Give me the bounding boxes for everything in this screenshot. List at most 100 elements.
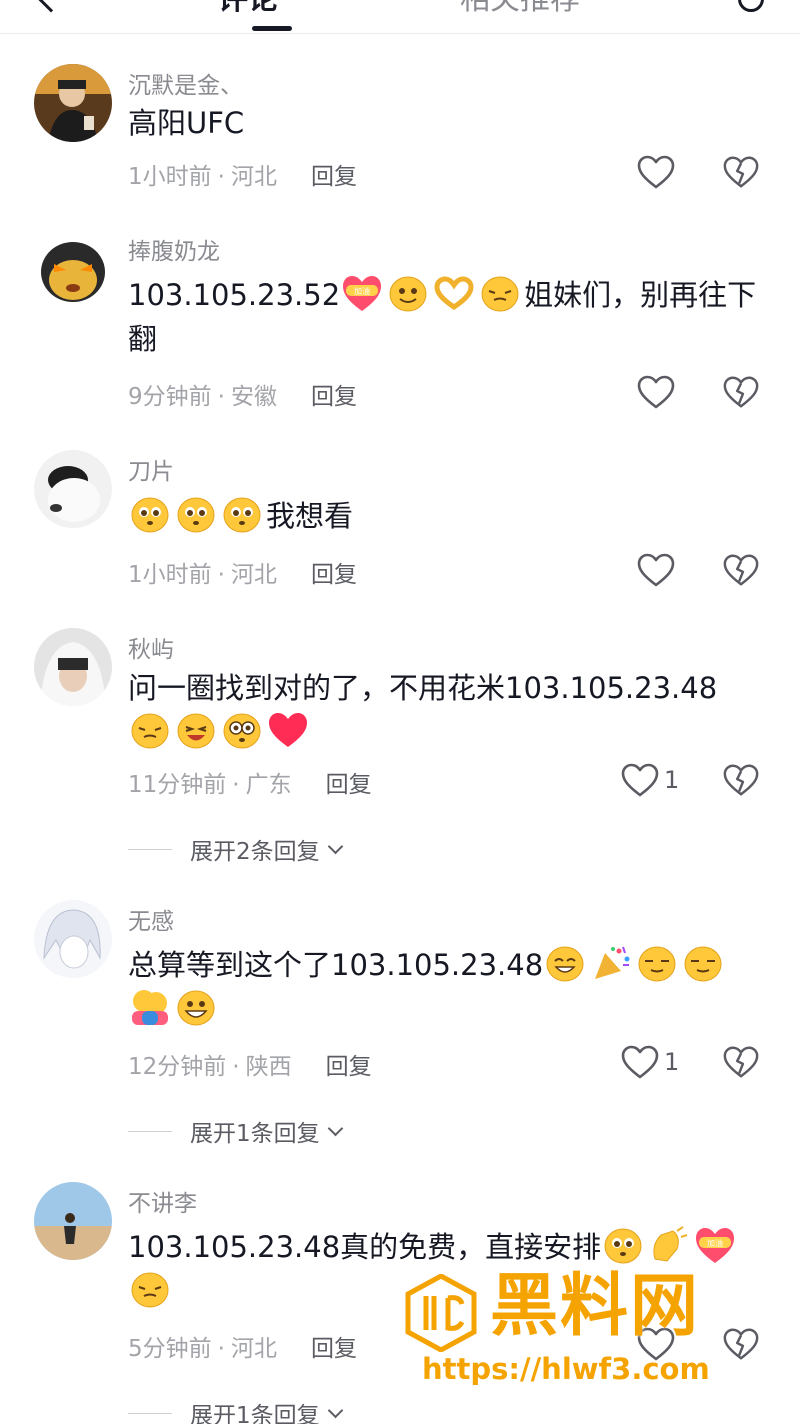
separator: · [232,1054,240,1080]
like-count: 1 [664,1048,680,1076]
avatar[interactable] [34,230,112,308]
avatar[interactable] [34,450,112,528]
like-count: 1 [664,766,680,794]
username[interactable]: 不讲李 [128,1184,197,1218]
comment-location: 陕西 [245,1054,292,1080]
heart-icon [620,762,660,798]
comment-text: 我想看 [128,494,758,538]
back-icon[interactable] [35,0,67,13]
username[interactable]: 沉默是金、 [128,66,243,100]
separator: · [217,384,225,410]
separator: · [217,1336,225,1362]
comment-meta: 1小时前 · 河北 回复 [128,555,357,589]
comment-location: 河北 [230,164,277,190]
grin-emoji-icon [543,943,587,983]
comment-time: 9分钟前 [128,384,212,410]
watermark-logo-icon [405,1274,477,1352]
hug-emoji-icon [128,987,172,1027]
heart-icon [620,1044,660,1080]
avatar[interactable] [34,628,112,706]
comment-text-content: 问一圈找到对的了，不用花米103.105.23.48 [128,671,718,705]
comment-time: 5分钟前 [128,1336,212,1362]
like-button[interactable]: 1 [620,1042,679,1082]
divider [128,1412,172,1414]
comment-text-content: 高阳UFC [128,106,245,140]
party-popper-emoji-icon [589,943,633,983]
emoji-badge-text: 加油 [354,286,370,296]
expand-replies-label: 展开1条回复 [190,1403,320,1424]
like-button[interactable]: 1 [620,760,679,800]
expand-replies-label: 展开2条回复 [190,839,320,865]
laughing-emoji-icon [174,710,218,750]
avatar[interactable] [34,1182,112,1260]
comment-location: 安徽 [230,384,277,410]
like-button[interactable] [636,372,676,412]
username[interactable]: 无感 [128,902,174,936]
expand-replies-label: 展开1条回复 [190,1121,320,1147]
chevron-down-icon [327,1120,343,1136]
expand-replies-button[interactable]: 展开1条回复 [128,1396,343,1424]
separator: · [217,164,225,190]
smirk-emoji-icon [681,943,725,983]
emoji-badge-text: 加油 [707,1238,723,1248]
smirk-emoji-icon [635,943,679,983]
comment-time: 11分钟前 [128,772,227,798]
search-icon[interactable] [738,0,764,12]
comment-text-content: 总算等到这个了103.105.23.48 [128,948,544,982]
comment-text: 103.105.23.52 加油 姐妹们，别再往下翻 [128,273,758,361]
dislike-icon[interactable] [722,154,760,190]
comment-text-content: 103.105.23.52 [128,278,341,312]
comment-text: 高阳UFC [128,101,758,145]
comment-time: 12分钟前 [128,1054,227,1080]
reply-button[interactable]: 回复 [311,562,357,588]
comment-time: 1小时前 [128,164,212,190]
username[interactable]: 秋屿 [128,630,174,664]
username[interactable]: 刀片 [128,452,174,486]
tab-indicator [252,26,292,31]
tab-comments[interactable]: 评论 [218,0,278,18]
watermark-title: 黑料网 [490,1267,701,1346]
comment-meta: 5分钟前 · 河北 回复 [128,1329,357,1363]
comment-time: 1小时前 [128,562,212,588]
expand-replies-button[interactable]: 展开1条回复 [128,1114,343,1148]
reply-button[interactable]: 回复 [311,384,357,410]
dislike-icon[interactable] [722,374,760,410]
divider [128,1130,172,1132]
watermark-url: https://hlwf3.com [422,1352,710,1386]
comment-text: 总算等到这个了103.105.23.48 [128,943,758,1031]
starry-eyes-emoji-icon [220,710,264,750]
separator: · [232,772,240,798]
avatar[interactable] [34,64,112,142]
reply-button[interactable]: 回复 [311,1336,357,1362]
red-heart-emoji-icon [266,710,310,750]
jiayou-heart-emoji-icon: 加油 [693,1225,737,1265]
dislike-icon[interactable] [722,762,760,798]
watermark: 黑料网 https://hlwf3.com [404,1262,784,1402]
comment-text: 问一圈找到对的了，不用花米103.105.23.48 [128,666,758,754]
pleading-emoji-icon [174,494,218,534]
pleading-emoji-icon [601,1225,645,1265]
comment-text-content: 我想看 [266,499,354,533]
shy-emoji-icon [478,273,522,313]
like-button[interactable] [636,152,676,192]
comment-meta: 11分钟前 · 广东 回复 [128,765,372,799]
reply-button[interactable]: 回复 [326,772,372,798]
comment-meta: 9分钟前 · 安徽 回复 [128,377,357,411]
chevron-down-icon [327,838,343,854]
reply-button[interactable]: 回复 [326,1054,372,1080]
clap-emoji-icon [647,1225,691,1265]
tab-related[interactable]: 相关推荐 [460,0,580,18]
divider [128,848,172,850]
like-button[interactable] [636,550,676,590]
smile-emoji-icon [386,273,430,313]
dislike-icon[interactable] [722,552,760,588]
username[interactable]: 捧腹奶龙 [128,232,220,266]
avatar[interactable] [34,900,112,978]
dislike-icon[interactable] [722,1044,760,1080]
expand-replies-button[interactable]: 展开2条回复 [128,832,343,866]
heart-icon [636,552,676,588]
heart-icon [636,374,676,410]
reply-button[interactable]: 回复 [311,164,357,190]
comment-meta: 1小时前 · 河北 回复 [128,157,357,191]
top-bar: 评论 相关推荐 [0,0,800,34]
